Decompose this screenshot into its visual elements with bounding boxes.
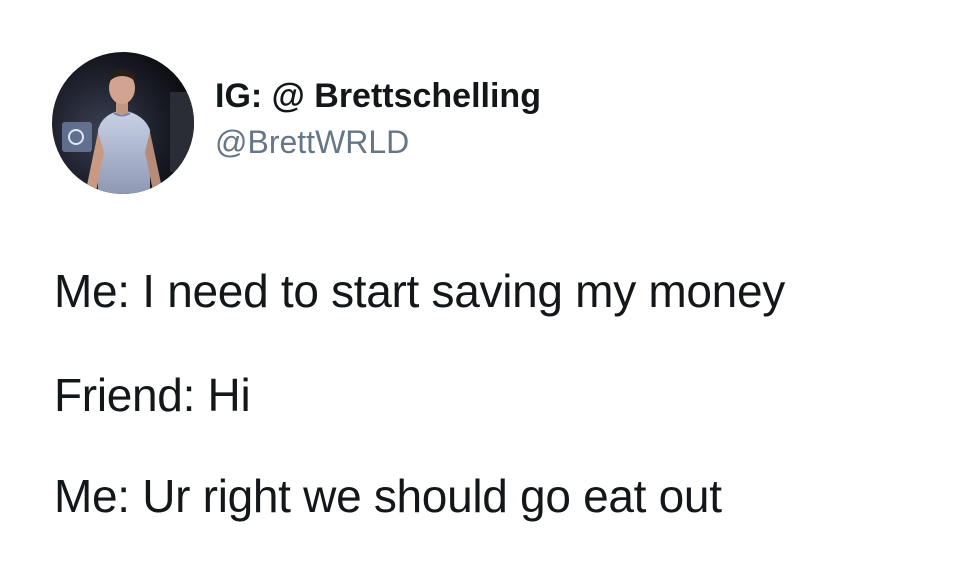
author-handle[interactable]: @BrettWRLD (215, 121, 541, 163)
tweet-text-line-2: Friend: Hi (54, 369, 251, 421)
author-display-name[interactable]: IG: @ Brettschelling (215, 75, 541, 117)
tweet-header: IG: @ Brettschelling @BrettWRLD (52, 52, 541, 194)
tweet-text-line-1: Me: I need to start saving my money (54, 265, 785, 317)
tweet-card: IG: @ Brettschelling @BrettWRLD Me: I ne… (0, 0, 960, 584)
profile-photo-icon (52, 52, 194, 194)
tweet-text-line-3: Me: Ur right we should go eat out (54, 470, 722, 522)
author-block: IG: @ Brettschelling @BrettWRLD (215, 75, 541, 163)
avatar[interactable] (52, 52, 194, 194)
